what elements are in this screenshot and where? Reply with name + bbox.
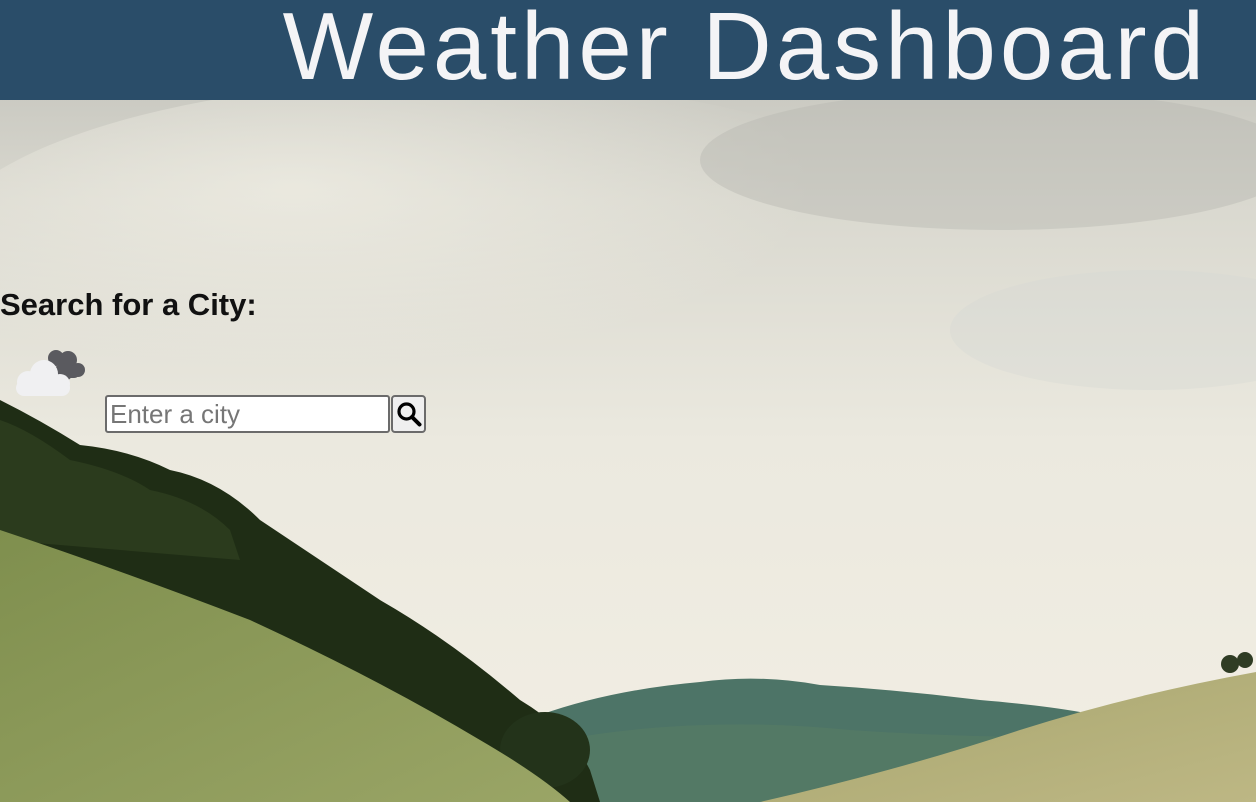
- search-icon: [396, 401, 422, 427]
- page-title: Weather Dashboard: [282, 0, 1208, 100]
- search-heading: Search for a City:: [0, 287, 257, 322]
- app-header: Weather Dashboard: [0, 0, 1256, 100]
- page: Weather Dashboard Search for a City:: [0, 0, 1256, 802]
- city-search-input[interactable]: [105, 395, 390, 433]
- cloud-icon: [8, 346, 88, 400]
- search-button[interactable]: [391, 395, 426, 433]
